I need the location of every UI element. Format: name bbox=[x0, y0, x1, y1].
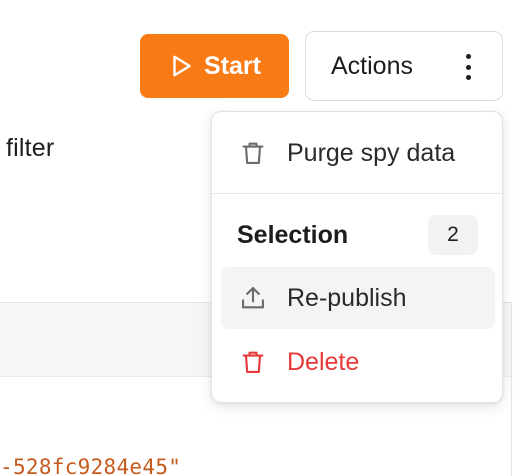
upload-icon bbox=[242, 287, 264, 309]
menu-divider bbox=[212, 193, 502, 194]
delete-label: Delete bbox=[287, 347, 360, 376]
actions-button-label: Actions bbox=[331, 51, 413, 80]
selection-count-badge: 2 bbox=[428, 215, 478, 255]
delete-menu-item[interactable]: Delete bbox=[221, 331, 495, 393]
selection-section-header: Selection 2 bbox=[237, 215, 478, 255]
play-icon bbox=[173, 55, 191, 77]
purge-spy-data-label: Purge spy data bbox=[287, 138, 456, 167]
republish-menu-item[interactable]: Re-publish bbox=[221, 267, 495, 329]
app-stage: filter -528fc9284e45" Start Actions Purg… bbox=[0, 0, 530, 476]
filter-label: filter bbox=[6, 134, 55, 162]
start-button-label: Start bbox=[204, 51, 261, 80]
republish-label: Re-publish bbox=[287, 283, 407, 312]
more-vertical-icon bbox=[464, 54, 472, 80]
actions-button[interactable]: Actions bbox=[305, 31, 503, 101]
trash-icon bbox=[242, 351, 264, 373]
code-value-fragment: -528fc9284e45" bbox=[0, 455, 182, 476]
selection-title: Selection bbox=[237, 220, 349, 249]
start-button[interactable]: Start bbox=[140, 34, 289, 98]
purge-spy-data-menu-item[interactable]: Purge spy data bbox=[221, 122, 495, 184]
actions-dropdown-menu: Purge spy data Selection 2 Re-publish De… bbox=[211, 111, 503, 403]
trash-icon bbox=[242, 142, 264, 164]
